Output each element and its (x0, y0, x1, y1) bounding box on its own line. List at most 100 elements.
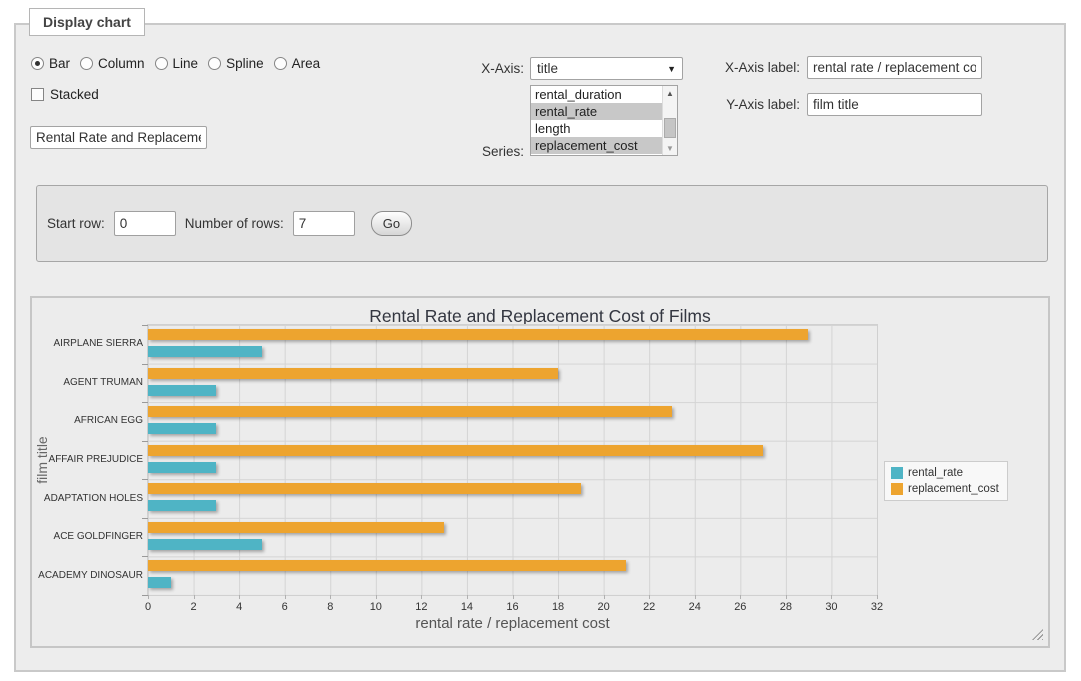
x-tick-label: 20 (589, 601, 619, 613)
radio-icon[interactable] (274, 57, 287, 70)
bar-replacement_cost[interactable] (148, 560, 626, 571)
stacked-checkbox[interactable] (31, 88, 44, 101)
x-tick-label: 30 (816, 601, 846, 613)
bar-rental_rate[interactable] (148, 462, 216, 473)
x-tick-label: 22 (634, 601, 664, 613)
bar-rental_rate[interactable] (148, 346, 262, 357)
legend-label: rental_rate (908, 467, 963, 479)
chart-legend: rental_rate replacement_cost (884, 461, 1008, 501)
x-axis-label-label: X-Axis label: (680, 60, 800, 75)
legend-item-rental_rate[interactable]: rental_rate (891, 467, 999, 479)
y-axis-label-input[interactable] (807, 93, 982, 116)
x-tick-mark (877, 595, 878, 599)
bar-rental_rate[interactable] (148, 577, 171, 588)
num-rows-input[interactable] (293, 211, 355, 236)
resize-handle-icon[interactable] (1032, 629, 1043, 640)
y-tick-mark (142, 402, 148, 403)
chart-type-bar[interactable]: Bar (31, 56, 70, 71)
radio-icon[interactable] (80, 57, 93, 70)
x-tick-label: 28 (771, 601, 801, 613)
x-tick-mark (285, 595, 286, 599)
x-tick-label: 12 (406, 601, 436, 613)
series-listbox[interactable]: rental_durationrental_ratelengthreplacem… (530, 85, 678, 156)
series-options: rental_durationrental_ratelengthreplacem… (531, 86, 677, 154)
series-option-rental_duration[interactable]: rental_duration (531, 86, 662, 103)
go-button[interactable]: Go (371, 211, 412, 236)
category-label: ACE GOLDFINGER (32, 531, 143, 542)
scrollbar[interactable]: ▲ ▼ (662, 86, 677, 155)
chart-title-input[interactable] (30, 126, 207, 149)
bar-rental_rate[interactable] (148, 423, 216, 434)
bar-replacement_cost[interactable] (148, 406, 672, 417)
series-option-rental_rate[interactable]: rental_rate (531, 103, 662, 120)
chart-title: Rental Rate and Replacement Cost of Film… (32, 306, 1048, 327)
y-tick-mark (142, 556, 148, 557)
chart-type-spline[interactable]: Spline (208, 56, 264, 71)
bar-replacement_cost[interactable] (148, 329, 808, 340)
x-tick-mark (649, 595, 650, 599)
radio-icon[interactable] (155, 57, 168, 70)
stacked-checkbox-row[interactable]: Stacked (31, 87, 99, 102)
x-axis-select-value: title (537, 61, 667, 76)
x-tick-mark (740, 595, 741, 599)
x-tick-label: 24 (680, 601, 710, 613)
y-tick-mark (142, 518, 148, 519)
x-tick-mark (239, 595, 240, 599)
start-row-input[interactable] (114, 211, 176, 236)
x-tick-mark (604, 595, 605, 599)
series-option-replacement_cost[interactable]: replacement_cost (531, 137, 662, 154)
x-tick-label: 8 (315, 601, 345, 613)
bar-rental_rate[interactable] (148, 385, 216, 396)
bar-rental_rate[interactable] (148, 539, 262, 550)
legend-item-replacement_cost[interactable]: replacement_cost (891, 483, 999, 495)
y-axis-label-label: Y-Axis label: (680, 97, 800, 112)
x-tick-label: 16 (498, 601, 528, 613)
chart-type-area[interactable]: Area (274, 56, 321, 71)
stacked-label: Stacked (50, 87, 99, 102)
series-listbox-label: Series: (416, 144, 524, 159)
num-rows-label: Number of rows: (185, 216, 284, 231)
scrollbar-thumb[interactable] (664, 118, 676, 138)
x-tick-mark (376, 595, 377, 599)
category-label: AFFAIR PREJUDICE (32, 454, 143, 465)
radio-icon[interactable] (31, 57, 44, 70)
x-axis-label-input[interactable] (807, 56, 982, 79)
x-tick-label: 26 (725, 601, 755, 613)
x-tick-label: 2 (179, 601, 209, 613)
bar-replacement_cost[interactable] (148, 445, 763, 456)
bar-replacement_cost[interactable] (148, 368, 558, 379)
category-label: AGENT TRUMAN (32, 377, 143, 388)
chart-type-label: Spline (226, 56, 264, 71)
bar-rental_rate[interactable] (148, 500, 216, 511)
x-axis-select-label: X-Axis: (436, 61, 524, 76)
chart-type-column[interactable]: Column (80, 56, 145, 71)
x-axis-select[interactable]: title ▼ (530, 57, 683, 80)
fieldset-legend: Display chart (29, 8, 145, 36)
bar-replacement_cost[interactable] (148, 483, 581, 494)
radio-icon[interactable] (208, 57, 221, 70)
y-tick-mark (142, 595, 148, 596)
x-tick-mark (513, 595, 514, 599)
plot-area (148, 325, 877, 595)
legend-swatch-icon (891, 467, 903, 479)
category-label: AFRICAN EGG (32, 415, 143, 426)
x-tick-mark (421, 595, 422, 599)
start-row-label: Start row: (47, 216, 105, 231)
chart-type-label: Area (292, 56, 321, 71)
legend-label: replacement_cost (908, 483, 999, 495)
x-tick-mark (330, 595, 331, 599)
chart-type-line[interactable]: Line (155, 56, 199, 71)
bar-replacement_cost[interactable] (148, 522, 444, 533)
chart-container: Rental Rate and Replacement Cost of Film… (30, 296, 1050, 648)
scrollbar-down-icon[interactable]: ▼ (663, 141, 677, 155)
row-controls-panel: Start row: Number of rows: Go (36, 185, 1048, 262)
x-tick-mark (786, 595, 787, 599)
x-tick-label: 6 (270, 601, 300, 613)
x-tick-label: 14 (452, 601, 482, 613)
y-tick-mark (142, 325, 148, 326)
x-tick-mark (558, 595, 559, 599)
x-tick-label: 0 (133, 601, 163, 613)
series-option-length[interactable]: length (531, 120, 662, 137)
scrollbar-up-icon[interactable]: ▲ (663, 86, 677, 100)
y-tick-mark (142, 364, 148, 365)
